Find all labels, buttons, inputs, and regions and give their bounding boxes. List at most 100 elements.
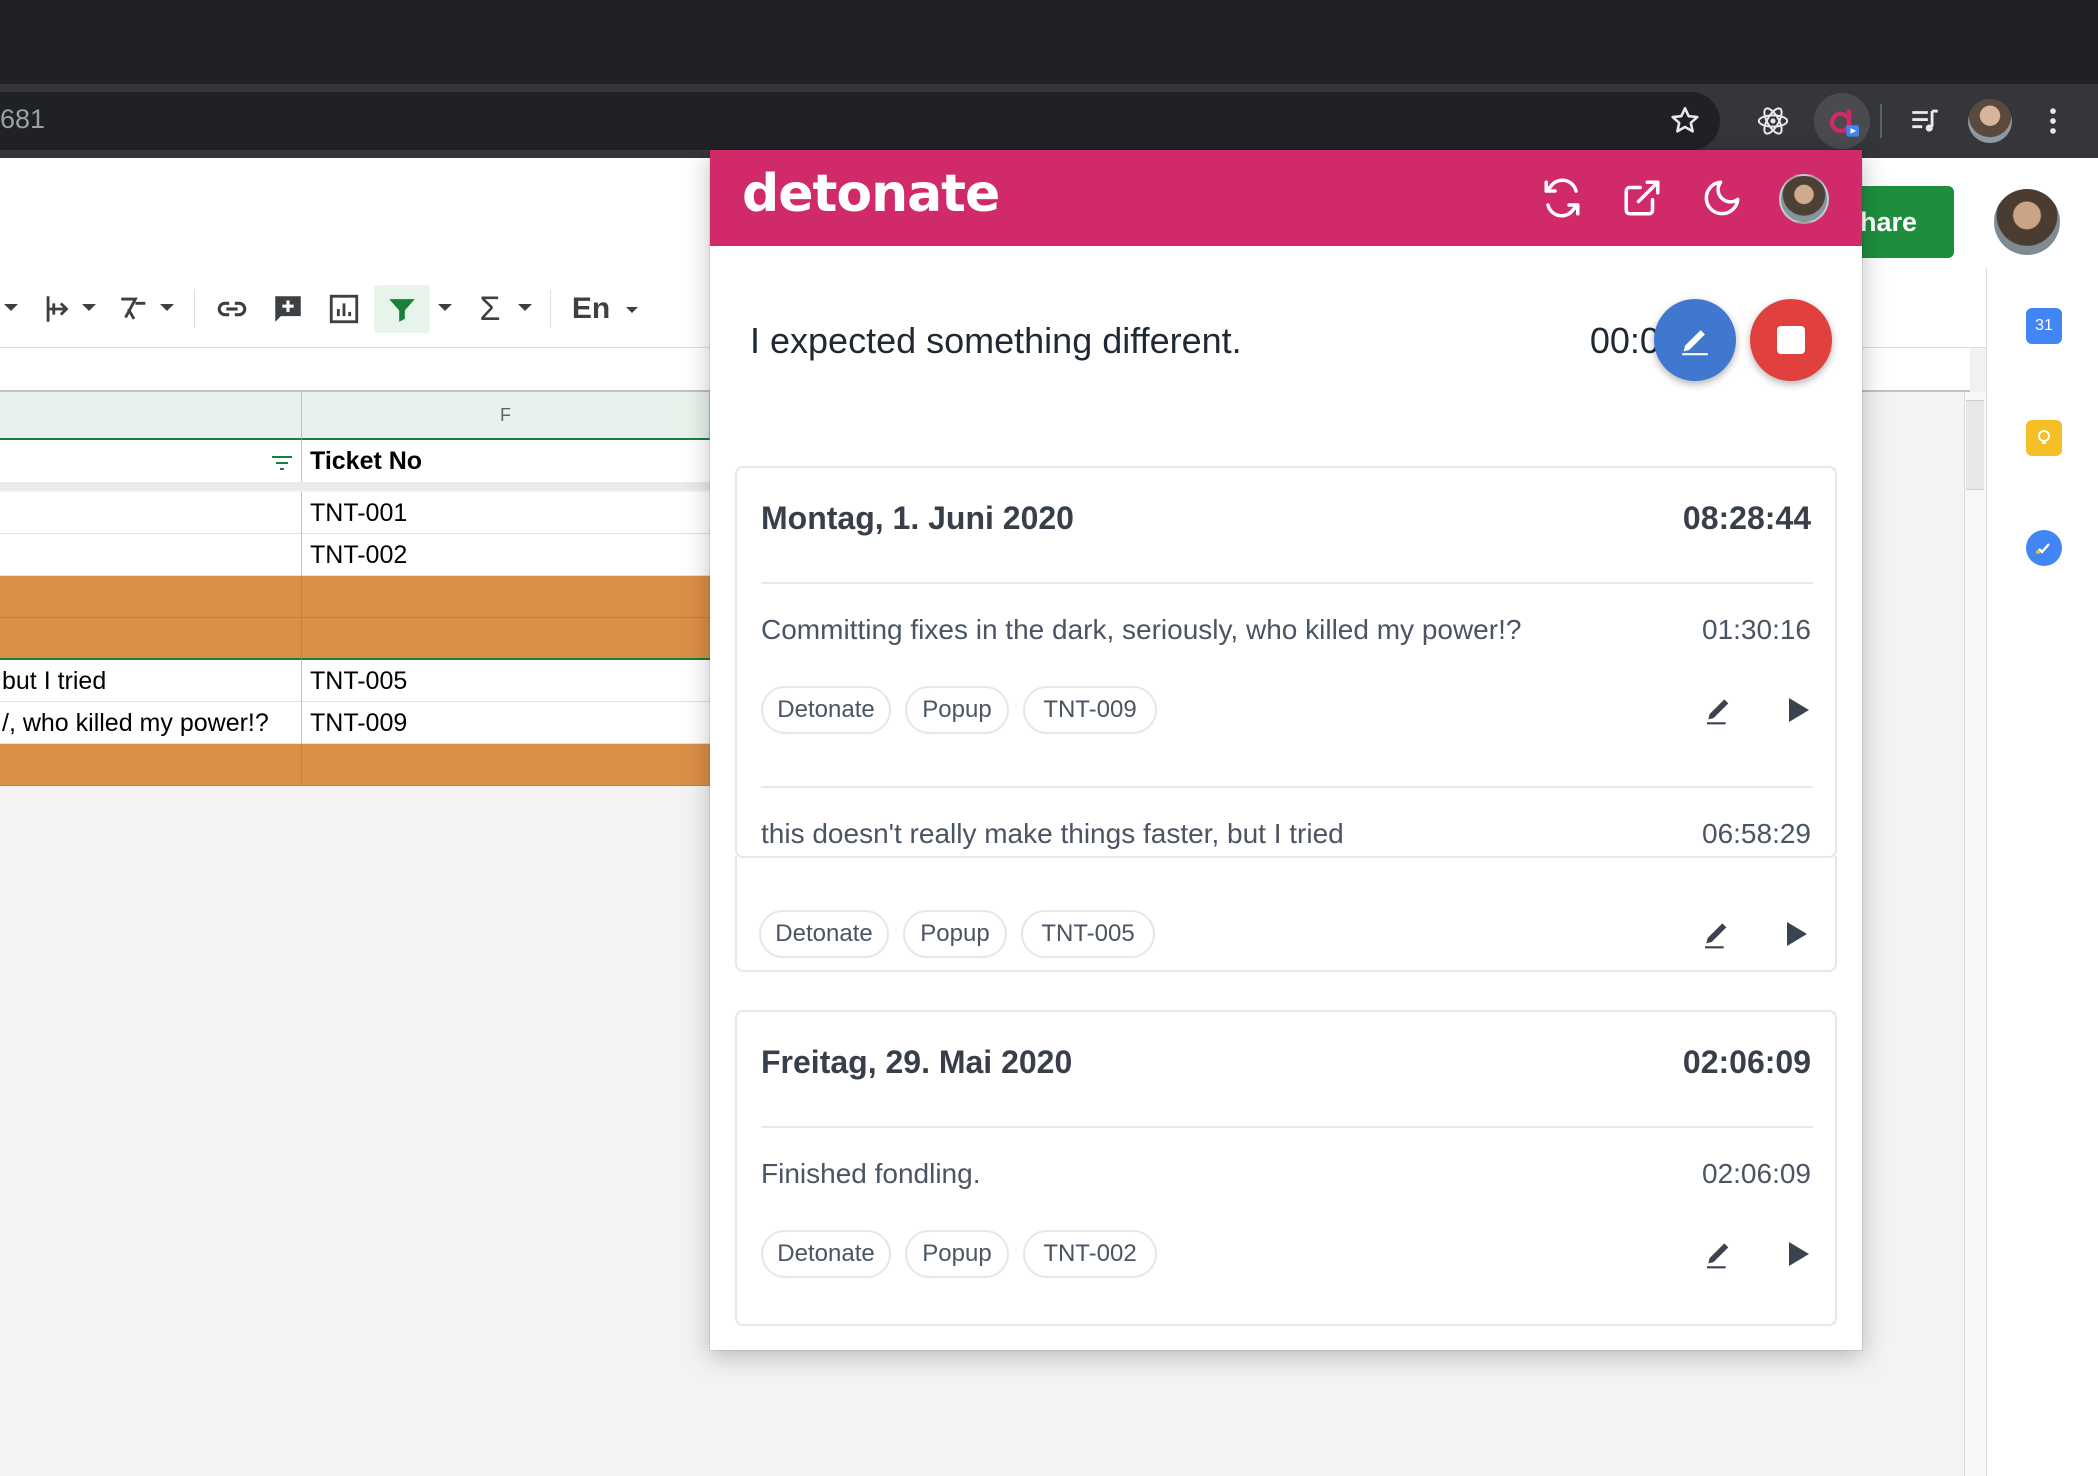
stop-timer-button[interactable]	[1750, 299, 1832, 381]
pencil-icon	[1707, 1243, 1729, 1269]
pencil-icon	[1707, 699, 1729, 725]
edit-entry-button[interactable]	[1697, 1232, 1741, 1276]
divider	[761, 1126, 1813, 1128]
table-row	[0, 744, 710, 786]
dropdown-caret-icon[interactable]	[626, 307, 638, 313]
refresh-icon[interactable]	[1534, 170, 1590, 226]
user-avatar[interactable]	[1779, 174, 1829, 224]
table-cell[interactable]	[0, 744, 302, 786]
calendar-icon[interactable]: 31	[2026, 308, 2062, 344]
input-tools-button[interactable]: En	[566, 288, 616, 330]
table-cell[interactable]: but I tried	[0, 660, 302, 702]
day-total: 02:06:09	[1682, 1044, 1811, 1080]
entry-duration: 01:30:16	[1702, 614, 1811, 645]
scrollbar-thumb[interactable]	[1966, 400, 1984, 490]
table-row: TNT-002	[0, 534, 710, 576]
dropdown-caret-icon[interactable]	[438, 304, 452, 311]
tag-chip[interactable]: TNT-002	[1023, 1230, 1157, 1278]
tag-chip[interactable]: Detonate	[759, 910, 889, 958]
table-cell[interactable]	[302, 744, 710, 786]
table-cell[interactable]	[0, 492, 302, 534]
table-cell[interactable]: /, who killed my power!?	[0, 702, 302, 744]
day-total: 08:28:44	[1682, 500, 1811, 536]
table-cell[interactable]	[0, 534, 302, 576]
table-cell[interactable]: TNT-002	[302, 534, 710, 576]
insert-comment-icon[interactable]	[266, 288, 310, 330]
pencil-icon	[1705, 923, 1727, 949]
keep-icon[interactable]	[2026, 420, 2062, 456]
vertical-align-icon[interactable]	[38, 288, 78, 330]
table-header-row: Ticket No	[0, 440, 710, 490]
text-rotation-icon[interactable]	[114, 288, 154, 330]
react-devtools-icon[interactable]	[1752, 100, 1794, 142]
table-row	[0, 576, 710, 618]
media-queue-icon[interactable]	[1904, 100, 1946, 142]
browser-tabstrip	[0, 0, 2098, 84]
entry-description[interactable]: Committing fixes in the dark, seriously,…	[761, 614, 1521, 646]
insert-link-icon[interactable]	[210, 288, 254, 330]
column-header-f[interactable]: F	[302, 392, 710, 440]
current-description[interactable]: I expected something different.	[750, 320, 1242, 362]
tag-chip[interactable]: Popup	[903, 910, 1007, 958]
entry-description[interactable]: this doesn't really make things faster, …	[761, 818, 1344, 850]
dropdown-caret-icon[interactable]	[518, 304, 532, 311]
profile-avatar[interactable]	[1968, 99, 2012, 143]
current-timer: I expected something different. 00:07:15	[710, 246, 1862, 436]
day-date: Freitag, 29. Mai 2020	[761, 1044, 1073, 1080]
toolbar-divider	[194, 290, 195, 328]
dropdown-caret-icon[interactable]	[4, 304, 18, 311]
stop-icon	[1777, 326, 1805, 354]
vertical-scrollbar[interactable]	[1964, 392, 1986, 1476]
detonate-extension-icon[interactable]	[1814, 93, 1870, 149]
calendar-icon-label: 31	[2035, 317, 2053, 334]
table-cell[interactable]	[302, 618, 710, 660]
popup-header: detonate	[710, 150, 1862, 246]
tag-chip[interactable]: TNT-005	[1021, 910, 1155, 958]
address-bar[interactable]	[0, 92, 1720, 150]
dropdown-caret-icon[interactable]	[82, 304, 96, 311]
table-row	[0, 618, 710, 660]
day-card: Freitag, 29. Mai 2020 02:06:09 Finished …	[735, 1010, 1837, 1326]
table-row: but I tried TNT-005	[0, 660, 710, 702]
tag-chip[interactable]: Detonate	[761, 686, 891, 734]
resume-entry-button[interactable]	[1775, 688, 1819, 732]
functions-icon[interactable]: Σ	[470, 288, 510, 330]
divider	[761, 786, 1813, 788]
table-cell[interactable]	[0, 618, 302, 660]
toolbar-divider	[550, 290, 551, 328]
tag-chip[interactable]: Popup	[905, 686, 1009, 734]
column-header-e[interactable]	[0, 392, 302, 440]
detonate-logo: detonate	[742, 164, 1000, 224]
entry-description[interactable]: Finished fondling.	[761, 1158, 980, 1190]
table-cell[interactable]	[0, 576, 302, 618]
table-cell[interactable]: TNT-001	[302, 492, 710, 534]
filter-icon[interactable]	[380, 288, 424, 330]
account-avatar[interactable]	[1994, 189, 2060, 255]
star-icon[interactable]	[1664, 100, 1706, 142]
resume-entry-button[interactable]	[1773, 912, 1817, 956]
edit-entry-button[interactable]	[1697, 688, 1741, 732]
open-external-icon[interactable]	[1614, 170, 1670, 226]
table-header-ticket-no[interactable]: Ticket No	[302, 440, 710, 482]
column-filter-icon[interactable]	[270, 455, 294, 471]
table-cell[interactable]: TNT-009	[302, 702, 710, 744]
dropdown-caret-icon[interactable]	[160, 304, 174, 311]
tag-chip[interactable]: TNT-009	[1023, 686, 1157, 734]
entry-duration: 02:06:09	[1702, 1158, 1811, 1189]
edit-entry-button[interactable]	[1695, 912, 1739, 956]
tag-chip[interactable]: Detonate	[761, 1230, 891, 1278]
insert-chart-icon[interactable]	[322, 288, 366, 330]
table-cell[interactable]	[0, 440, 302, 482]
day-card: Montag, 1. Juni 2020 08:28:44 Committing…	[735, 466, 1837, 858]
play-icon	[1789, 698, 1809, 722]
entry-duration: 06:58:29	[1702, 818, 1811, 849]
more-vert-icon[interactable]	[2032, 100, 2074, 142]
table-cell[interactable]: TNT-005	[302, 660, 710, 702]
table-cell[interactable]	[302, 576, 710, 618]
edit-current-button[interactable]	[1654, 299, 1736, 381]
dark-mode-icon[interactable]	[1694, 170, 1750, 226]
table-row: /, who killed my power!? TNT-009	[0, 702, 710, 744]
resume-entry-button[interactable]	[1775, 1232, 1819, 1276]
tag-chip[interactable]: Popup	[905, 1230, 1009, 1278]
tasks-icon[interactable]	[2026, 530, 2062, 566]
